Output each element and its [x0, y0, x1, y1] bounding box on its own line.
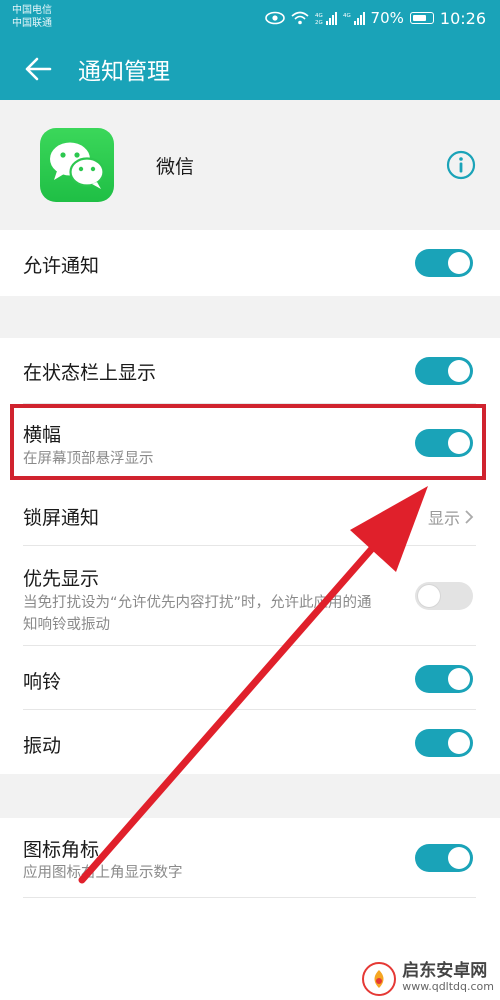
priority-toggle[interactable]	[415, 582, 473, 610]
watermark-url: www.qdltdq.com	[402, 980, 494, 993]
carrier-2: 中国联通	[12, 18, 52, 29]
vibrate-toggle[interactable]	[415, 729, 473, 757]
watermark-brand: 启东安卓网	[402, 961, 488, 981]
page-title: 通知管理	[78, 59, 170, 85]
status-bar-row[interactable]: 在状态栏上显示	[0, 338, 500, 404]
watermark-logo-icon	[362, 962, 397, 996]
badge-description: 应用图标右上角显示数字	[23, 865, 183, 881]
back-arrow-icon	[25, 57, 52, 81]
badge-toggle[interactable]	[415, 844, 473, 872]
carrier-info: 中国电信 中国联通	[12, 4, 52, 30]
app-info-button[interactable]	[444, 148, 478, 182]
app-info: 微信	[0, 100, 500, 228]
back-button[interactable]	[0, 38, 76, 100]
badge-label: 图标角标	[23, 839, 100, 861]
info-icon	[446, 150, 476, 180]
ring-row[interactable]: 响铃	[0, 646, 500, 710]
allow-notifications-label: 允许通知	[23, 255, 100, 277]
lock-screen-value-text: 显示	[427, 509, 460, 528]
ring-toggle[interactable]	[415, 665, 473, 693]
signal-1-icon: 4G 2G	[315, 11, 337, 25]
allow-notifications-toggle[interactable]	[415, 249, 473, 277]
priority-description: 当免打扰设为“允许优先内容打扰”时，允许此应用的通知响铃或振动	[23, 595, 372, 633]
allow-notifications-row[interactable]: 允许通知	[0, 230, 500, 296]
lock-screen-row[interactable]: 锁屏通知 显示	[0, 484, 500, 546]
ring-label: 响铃	[23, 671, 62, 693]
title-bar: 通知管理	[0, 38, 500, 100]
status-bar-label: 在状态栏上显示	[23, 362, 157, 384]
status-bar: 中国电信 中国联通 4G 2G 4G 70% 10:26	[0, 0, 500, 36]
wechat-app-icon	[40, 128, 114, 202]
lock-screen-value[interactable]: 显示	[428, 505, 474, 529]
svg-text:4G: 4G	[315, 13, 323, 19]
app-header: 中国电信 中国联通 4G 2G 4G 70% 10:26 通知管理	[0, 0, 500, 100]
signal-2-icon: 4G	[343, 11, 365, 25]
svg-text:4G: 4G	[343, 13, 351, 19]
app-name: 微信	[156, 156, 195, 178]
chevron-right-icon	[465, 510, 474, 524]
clock: 10:26	[439, 8, 486, 28]
vibrate-row[interactable]: 振动	[0, 710, 500, 774]
divider	[23, 897, 476, 898]
vibrate-label: 振动	[23, 735, 62, 757]
priority-row[interactable]: 优先显示 当免打扰设为“允许优先内容打扰”时，允许此应用的通知响铃或振动	[0, 546, 500, 646]
lock-screen-label: 锁屏通知	[23, 507, 100, 529]
priority-label: 优先显示	[23, 568, 100, 590]
eye-comfort-icon	[264, 11, 285, 25]
svg-text:2G: 2G	[315, 20, 323, 25]
watermark: 启东安卓网 www.qdltdq.com	[362, 962, 494, 996]
status-icons: 4G 2G 4G 70% 10:26	[264, 8, 486, 28]
battery-percent: 70%	[370, 9, 404, 27]
highlight-box	[10, 404, 486, 480]
watermark-text: 启东安卓网 www.qdltdq.com	[402, 961, 494, 994]
wifi-icon	[291, 11, 309, 25]
status-bar-toggle[interactable]	[415, 357, 473, 385]
battery-icon	[409, 12, 434, 24]
badge-row[interactable]: 图标角标 应用图标右上角显示数字	[0, 818, 500, 898]
carrier-1: 中国电信	[12, 5, 52, 16]
allow-group: 允许通知	[0, 230, 500, 296]
